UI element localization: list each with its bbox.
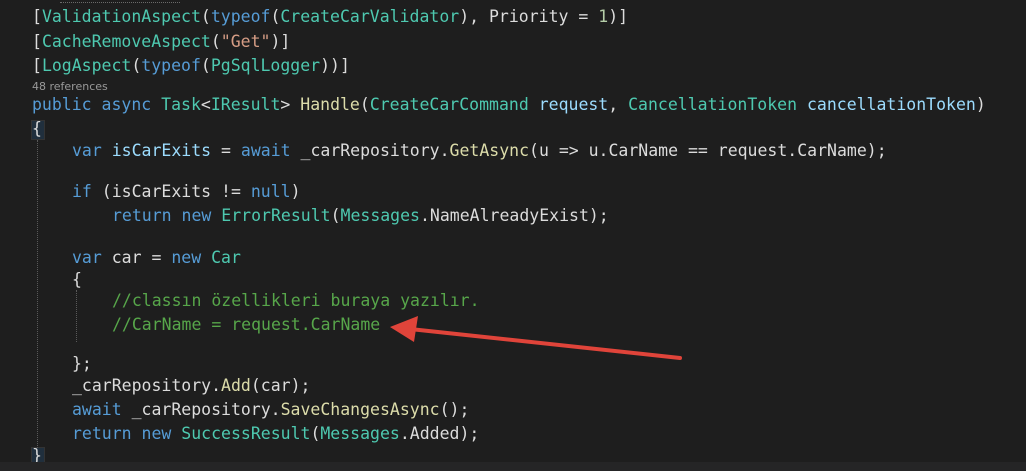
keyword: var [72, 248, 102, 267]
code-text: _carRepository. [121, 400, 281, 419]
code-text: (isCarExits != [91, 182, 251, 201]
code-line-if[interactable]: if (isCarExits != null) [72, 181, 301, 203]
brace: { [32, 119, 42, 138]
keyword: new [141, 424, 172, 443]
type-name: ErrorResult [221, 206, 331, 225]
type-name: CreateCarValidator [280, 7, 460, 26]
type-name: CreateCarCommand [369, 95, 529, 114]
angle-bracket: > [280, 95, 291, 114]
code-text: , [608, 95, 629, 114]
type-name: Car [211, 248, 241, 267]
type-name: IResult [210, 95, 281, 114]
keyword: await [72, 400, 122, 419]
angle-bracket: < [200, 95, 211, 114]
code-line-inner-open-brace[interactable]: { [72, 269, 82, 291]
keyword: typeof [210, 7, 271, 26]
brace: { [72, 270, 82, 289]
paren: ( [330, 206, 341, 225]
method-name: SaveChangesAsync [280, 400, 440, 419]
code-line-open-brace[interactable]: { [32, 118, 42, 140]
paren: ( [310, 424, 321, 443]
keyword: null [250, 182, 291, 201]
keyword: return [72, 424, 132, 443]
type-name: Messages [320, 424, 400, 443]
string-literal: "Get" [220, 32, 271, 51]
code-text: .NameAlreadyExist); [420, 206, 609, 225]
code-line-var-car[interactable]: var car = new Car [72, 247, 241, 269]
bracket: [ [32, 7, 42, 26]
type-name: SuccessResult [181, 424, 311, 443]
paren: ( [270, 7, 281, 26]
type-name: Task [161, 95, 201, 114]
code-text: (); [439, 400, 470, 419]
code-text: ) [290, 182, 301, 201]
bracket: ))] [320, 56, 350, 75]
attribute-name: ValidationAspect [41, 7, 201, 26]
code-text: ), Priority = [459, 7, 599, 26]
code-line-method-signature[interactable]: public async Task<IResult> Handle(Create… [32, 94, 986, 116]
paren: ) [975, 95, 986, 114]
keyword: var [72, 141, 102, 160]
paren: ( [131, 56, 142, 75]
code-line-return-success[interactable]: return new SuccessResult(Messages.Added)… [72, 423, 479, 445]
indent-guide [76, 290, 77, 342]
brace: }; [72, 354, 92, 373]
code-line-validation-aspect[interactable]: [ValidationAspect(typeof(CreateCarValida… [32, 6, 628, 28]
paren: ( [359, 95, 370, 114]
code-editor[interactable]: [ValidationAspect(typeof(CreateCarValida… [0, 0, 1026, 471]
parameter-name: request [538, 95, 609, 114]
keyword: new [171, 248, 202, 267]
method-name: Handle [300, 95, 360, 114]
code-text: _carRepository. [72, 376, 222, 395]
method-name: Add [221, 376, 251, 395]
type-name: CancellationToken [628, 95, 798, 114]
type-name: Messages [340, 206, 420, 225]
bracket: [ [32, 32, 42, 51]
keyword: typeof [141, 56, 201, 75]
code-line-add[interactable]: _carRepository.Add(car); [72, 375, 310, 397]
codelens-references[interactable]: 48 references [32, 80, 108, 93]
method-name: GetAsync [449, 141, 530, 160]
indent-guide [37, 140, 38, 448]
code-text: .Added); [399, 424, 480, 443]
paren: ( [210, 32, 221, 51]
keyword: if [72, 182, 92, 201]
code-text: car = [101, 248, 172, 267]
paren: ( [200, 7, 211, 26]
bracket: )] [608, 7, 629, 26]
cropped-top-edge [0, 0, 1026, 4]
code-text: (u => u.CarName == request.CarName); [529, 141, 887, 160]
attribute-name: LogAspect [41, 56, 132, 75]
bracket: )] [270, 32, 291, 51]
keyword: async [101, 95, 152, 114]
code-line-log-aspect[interactable]: [LogAspect(typeof(PgSqlLogger))] [32, 55, 350, 77]
code-text: _carRepository. [290, 141, 450, 160]
code-line-cache-remove-aspect[interactable]: [CacheRemoveAspect("Get")] [32, 31, 290, 53]
code-line-return-error[interactable]: return new ErrorResult(Messages.NameAlre… [112, 205, 609, 227]
code-line-var-iscarexits[interactable]: var isCarExits = await _carRepository.Ge… [72, 140, 887, 162]
paren: ( [200, 56, 211, 75]
code-line-inner-close-brace[interactable]: }; [72, 353, 92, 375]
cropped-line-fragment [60, 0, 180, 3]
code-comment-line-1[interactable]: //classın özellikleri buraya yazılır. [112, 290, 480, 312]
code-text: (car); [250, 376, 311, 395]
keyword: return [112, 206, 172, 225]
type-name: PgSqlLogger [210, 56, 321, 75]
variable-name: isCarExits [111, 141, 212, 160]
keyword: await [240, 141, 291, 160]
code-comment-line-2[interactable]: //CarName = request.CarName [112, 314, 380, 336]
bracket: [ [32, 56, 42, 75]
code-line-save-changes[interactable]: await _carRepository.SaveChangesAsync(); [72, 399, 469, 421]
parameter-name: cancellationToken [806, 95, 976, 114]
number-literal: 1 [598, 7, 609, 26]
keyword: public [32, 95, 92, 114]
attribute-name: CacheRemoveAspect [41, 32, 211, 51]
code-text: = [211, 141, 241, 160]
editor-bottom-strip [0, 462, 1026, 471]
keyword: new [181, 206, 212, 225]
